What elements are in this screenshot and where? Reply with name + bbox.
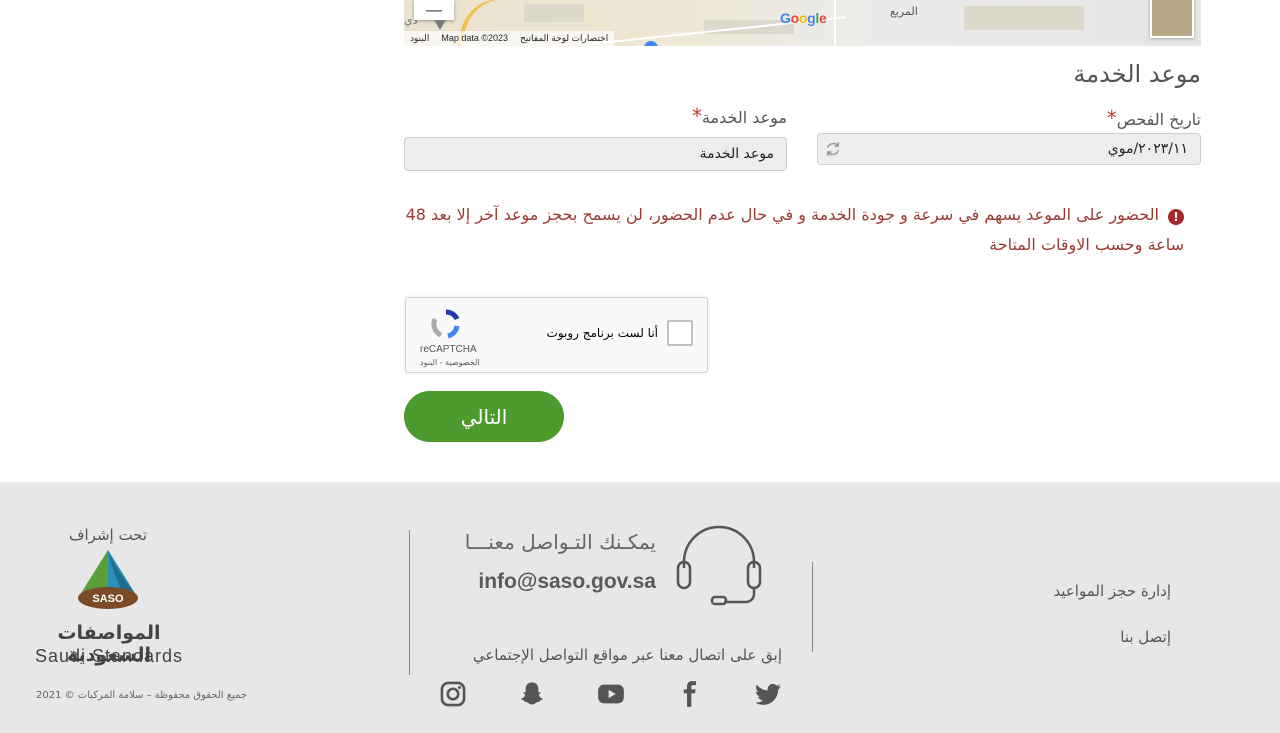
footer-link-contact[interactable]: إتصل بنا (1120, 628, 1171, 646)
exam-date-field[interactable]: ٢٠٢٣/١١/موي (817, 133, 1201, 165)
headset-icon (676, 525, 762, 606)
service-time-value: موعد الخدمة (699, 146, 774, 162)
twitter-icon[interactable] (754, 680, 782, 708)
refresh-icon[interactable] (824, 140, 842, 158)
exam-date-label-text: تاريخ الفحص (1116, 110, 1201, 129)
saso-logo: SASO (78, 550, 138, 609)
alert-icon: ! (1168, 209, 1184, 225)
map-place-label: المربع (890, 5, 918, 18)
footer-divider (409, 530, 410, 675)
map-pin-icon (434, 20, 446, 30)
contact-title: يمكـنك التـواصل معنـــا (464, 530, 656, 554)
recaptcha-brand: reCAPTCHA (420, 344, 477, 355)
recaptcha-checkbox[interactable] (667, 320, 693, 346)
google-letter: G (780, 10, 791, 26)
exam-date-label: تاريخ الفحص* (1000, 106, 1201, 130)
map-block (524, 4, 584, 22)
contact-email[interactable]: info@saso.gov.sa (440, 570, 656, 594)
saso-logo-text: SASO (92, 593, 124, 605)
recaptcha-links[interactable]: الخصوصية - البنود (420, 358, 480, 367)
section-title: موعد الخدمة (1073, 60, 1201, 88)
map-terms-link[interactable]: البنود (404, 31, 435, 46)
service-time-label-text: موعد الخدمة (701, 108, 787, 127)
location-dot (644, 41, 658, 46)
footer: إدارة حجز المواعيد إتصل بنا يمكـنك التـو… (0, 482, 1280, 733)
map-block (964, 6, 1084, 30)
google-logo: Google (780, 10, 827, 26)
google-letter: o (798, 10, 808, 26)
required-mark: * (691, 104, 702, 128)
next-button[interactable]: التالي (404, 391, 564, 442)
zoom-out-button[interactable]: — (414, 0, 454, 21)
recaptcha-widget: أنا لست برنامج روبوت reCAPTCHA الخصوصية … (405, 297, 708, 373)
snapchat-icon[interactable] (518, 680, 546, 708)
google-letter: e (818, 10, 827, 26)
recaptcha-label: أنا لست برنامج روبوت (546, 326, 658, 340)
footer-divider (812, 562, 813, 652)
attendance-warning-text: الحضور على الموعد يسهم في سرعة و جودة ال… (405, 205, 1184, 254)
map-data-text: Map data ©2023 (441, 33, 509, 43)
map-view[interactable]: ذي — Google المربع البنود Map data ©2023… (404, 0, 1201, 46)
keyboard-shortcuts-link[interactable]: اختصارات لوحة المفاتيح (514, 31, 614, 46)
service-time-select[interactable]: موعد الخدمة (404, 137, 787, 171)
google-letter: o (790, 10, 800, 26)
recaptcha-icon (431, 309, 460, 339)
service-time-label: موعد الخدمة* (600, 104, 787, 128)
instagram-icon[interactable] (439, 680, 467, 708)
required-mark: * (1106, 106, 1117, 130)
copyright: جميع الحقوق محفوظة – سلامة المركبات © 20… (36, 690, 248, 701)
supervision-label: تحت إشراف (68, 526, 148, 544)
satellite-toggle[interactable] (1150, 0, 1194, 38)
attendance-warning: ! الحضور على الموعد يسهم في سرعة و جودة … (404, 200, 1184, 260)
footer-link-appointments[interactable]: إدارة حجز المواعيد (1053, 582, 1171, 600)
map-attribution: البنود Map data ©2023 اختصارات لوحة المف… (404, 31, 615, 46)
exam-date-value: ٢٠٢٣/١١/موي (1107, 141, 1188, 157)
social-text: إبق على اتصال معنا عبر مواقع التواصل الإ… (472, 646, 782, 664)
youtube-icon[interactable] (597, 680, 625, 708)
saso-name-en: Saudi Standards (34, 646, 184, 666)
facebook-icon[interactable] (675, 680, 703, 708)
